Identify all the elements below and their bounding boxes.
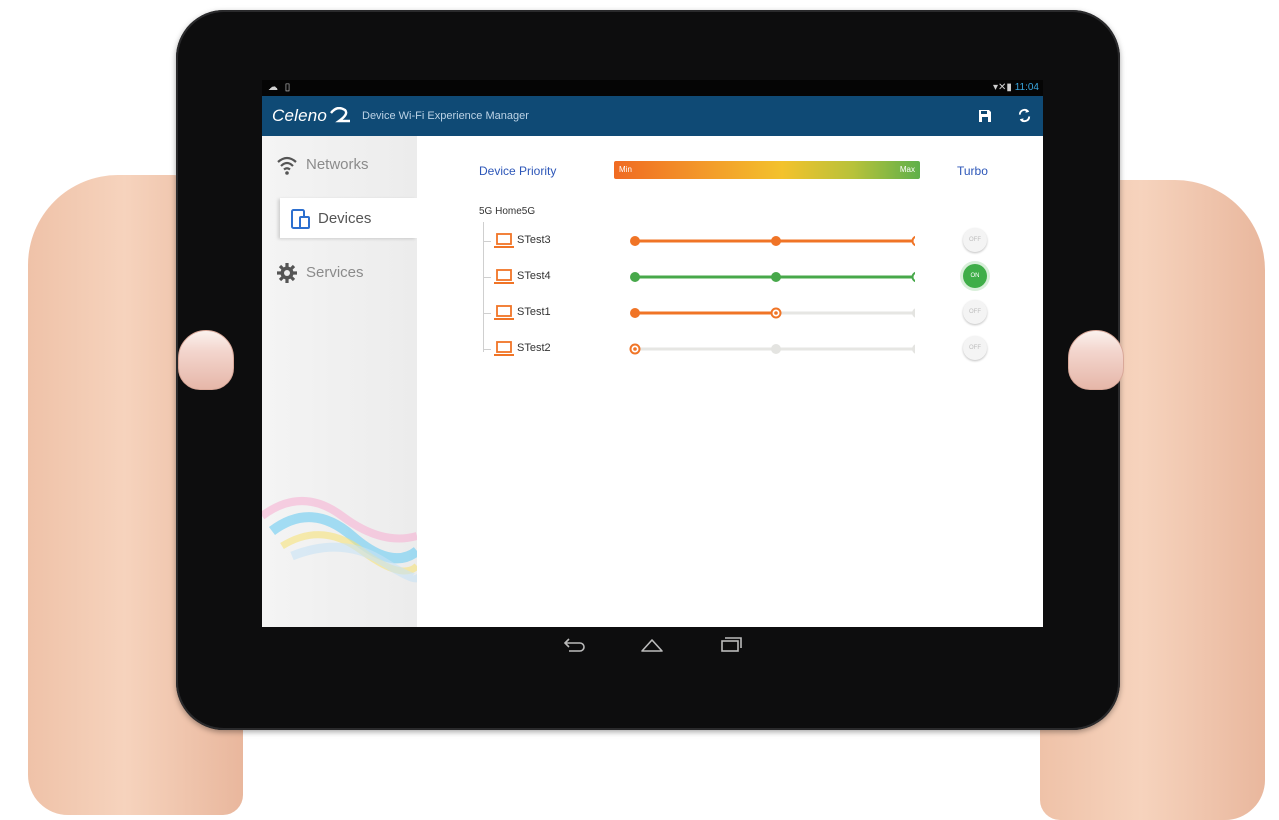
priority-slider[interactable]	[625, 339, 915, 359]
sidebar-item-services[interactable]: Services	[262, 252, 417, 292]
gear-icon	[277, 263, 297, 283]
slider-stop	[771, 272, 781, 282]
status-bar: ☁ ▯ ▾✕▮ 11:04	[262, 80, 1043, 96]
decorative-swirl	[262, 497, 417, 583]
device-row: STest3 OFF	[417, 226, 1043, 256]
slider-stop	[630, 236, 640, 246]
tree-tick	[483, 349, 491, 350]
refresh-icon[interactable]	[1013, 105, 1035, 127]
android-nav-bar	[262, 627, 1043, 667]
device-name: STest4	[517, 270, 551, 282]
tree-tick	[483, 313, 491, 314]
right-thumbnail	[1068, 330, 1124, 390]
slider-stop	[771, 236, 781, 246]
clock: 11:04	[1014, 82, 1039, 93]
sidebar-item-networks[interactable]: Networks	[262, 144, 417, 184]
turbo-toggle[interactable]: OFF	[963, 228, 987, 252]
app-title: Device Wi-Fi Experience Manager	[362, 110, 529, 122]
network-name: 5G Home5G	[479, 206, 536, 217]
device-row: STest4 ON	[417, 262, 1043, 292]
devices-panel: Device Priority Min Max Turbo 5G Home5G …	[417, 136, 1043, 627]
laptop-icon	[494, 305, 514, 320]
device-row: STest2 OFF	[417, 334, 1043, 364]
app-bar: Celeno Device Wi-Fi Experience Manager	[262, 96, 1043, 136]
tree-tick	[483, 241, 491, 242]
sidebar-item-label: Services	[306, 264, 364, 281]
sidebar-item-label: Devices	[318, 210, 372, 227]
device-name: STest2	[517, 342, 551, 354]
slider-thumb-center	[774, 311, 778, 315]
device-row: STest1 OFF	[417, 298, 1043, 328]
sidebar-item-label: Networks	[306, 156, 369, 173]
laptop-icon	[494, 341, 514, 356]
logo-text: Celeno	[272, 106, 328, 125]
logo-mark-icon	[330, 107, 351, 123]
wifi-icon	[277, 156, 297, 175]
slider-stop	[630, 308, 640, 318]
sidebar: Networks Devices Services	[262, 136, 417, 627]
turbo-toggle[interactable]: ON	[963, 264, 987, 288]
slider-thumb	[911, 271, 915, 283]
home-icon[interactable]	[638, 635, 666, 655]
device-name: STest3	[517, 234, 551, 246]
tree-tick	[483, 277, 491, 278]
priority-slider[interactable]	[625, 303, 915, 323]
recents-icon[interactable]	[716, 635, 744, 655]
wifi-signal-icon: ▾✕▮	[993, 82, 1012, 93]
slider-thumb	[911, 235, 915, 247]
left-thumbnail	[178, 330, 234, 390]
priority-scale-bar: Min Max	[614, 161, 920, 179]
notification-icons: ☁ ▯	[268, 82, 293, 93]
status-right: ▾✕▮ 11:04	[993, 82, 1039, 93]
slider-stop	[912, 308, 915, 318]
slider-stop	[912, 344, 915, 354]
device-priority-header: Device Priority	[479, 164, 557, 178]
slider-stop	[771, 344, 781, 354]
devices-icon	[291, 209, 310, 229]
sidebar-item-devices[interactable]: Devices	[280, 198, 417, 238]
laptop-icon	[494, 233, 514, 248]
tablet-screen: ☁ ▯ ▾✕▮ 11:04 Celeno Device Wi-Fi Experi…	[262, 80, 1043, 627]
turbo-header: Turbo	[957, 164, 988, 178]
celeno-logo: Celeno	[272, 106, 351, 126]
scale-max-label: Max	[899, 165, 915, 174]
scale-min-label: Min	[619, 165, 632, 174]
slider-stop	[630, 272, 640, 282]
priority-slider[interactable]	[625, 231, 915, 251]
save-icon[interactable]	[974, 105, 996, 127]
laptop-icon	[494, 269, 514, 284]
priority-slider[interactable]	[625, 267, 915, 287]
back-icon[interactable]	[560, 635, 588, 655]
turbo-toggle[interactable]: OFF	[963, 336, 987, 360]
slider-thumb-center	[633, 347, 637, 351]
turbo-toggle[interactable]: OFF	[963, 300, 987, 324]
device-name: STest1	[517, 306, 551, 318]
